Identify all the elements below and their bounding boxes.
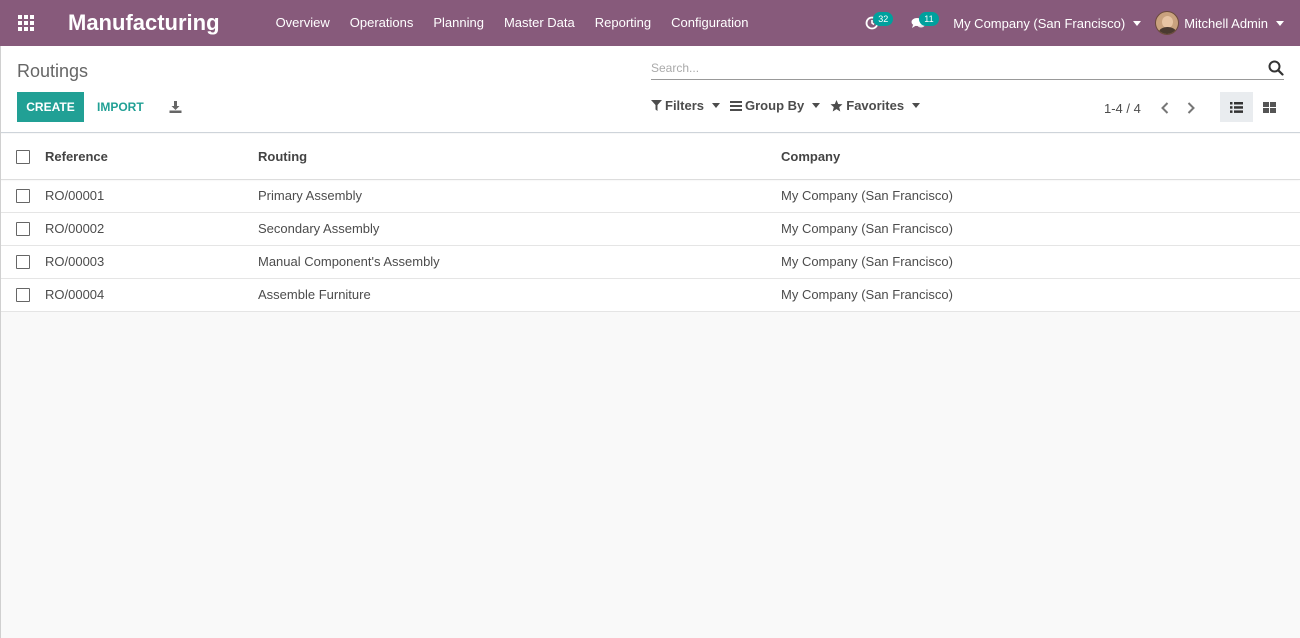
caret-down-icon bbox=[812, 103, 821, 108]
pager-next-button[interactable] bbox=[1181, 98, 1201, 118]
row-checkbox[interactable] bbox=[16, 288, 30, 303]
pager-value[interactable]: 1-4 / 4 bbox=[1104, 101, 1141, 116]
cell-company[interactable]: My Company (San Francisco) bbox=[781, 212, 1300, 245]
caret-down-icon bbox=[912, 103, 921, 108]
cell-routing[interactable]: Assemble Furniture bbox=[258, 278, 781, 311]
breadcrumb: Routings bbox=[17, 61, 89, 81]
messaging-menu[interactable]: 11 bbox=[905, 0, 939, 46]
cell-routing[interactable]: Secondary Assembly bbox=[258, 212, 781, 245]
company-switcher[interactable]: My Company (San Francisco) bbox=[941, 16, 1155, 31]
column-header-company[interactable]: Company bbox=[781, 134, 1300, 179]
systray: 32 11 My Company (San Francisco) Mitchel… bbox=[849, 0, 1300, 46]
filter-icon bbox=[651, 100, 662, 111]
menu-item-master-data[interactable]: Master Data bbox=[494, 0, 585, 46]
chevron-left-icon bbox=[1160, 102, 1169, 114]
star-icon bbox=[830, 99, 843, 111]
cell-company[interactable]: My Company (San Francisco) bbox=[781, 278, 1300, 311]
message-count-badge: 11 bbox=[919, 12, 939, 26]
pager: 1-4 / 4 bbox=[1104, 98, 1207, 118]
filters-button[interactable]: Filters bbox=[651, 98, 721, 113]
caret-down-icon bbox=[712, 103, 721, 108]
favorites-button[interactable]: Favorites bbox=[830, 98, 921, 113]
table-row[interactable]: RO/00001 Primary Assembly My Company (Sa… bbox=[0, 179, 1300, 212]
activity-count-badge: 32 bbox=[873, 12, 894, 26]
cell-reference[interactable]: RO/00003 bbox=[45, 245, 258, 278]
row-select-cell bbox=[0, 179, 45, 212]
cell-company[interactable]: My Company (San Francisco) bbox=[781, 245, 1300, 278]
caret-down-icon bbox=[1276, 20, 1284, 26]
table-row[interactable]: RO/00002 Secondary Assembly My Company (… bbox=[0, 212, 1300, 245]
main-menu: Overview Operations Planning Master Data… bbox=[266, 0, 759, 46]
table-row[interactable]: RO/00003 Manual Component's Assembly My … bbox=[0, 245, 1300, 278]
cell-reference[interactable]: RO/00001 bbox=[45, 179, 258, 212]
row-select-cell bbox=[0, 212, 45, 245]
row-select-cell bbox=[0, 245, 45, 278]
company-name: My Company (San Francisco) bbox=[953, 15, 1126, 31]
cell-routing[interactable]: Manual Component's Assembly bbox=[258, 245, 781, 278]
page-left-border bbox=[0, 46, 1, 638]
row-checkbox[interactable] bbox=[16, 222, 30, 237]
menu-item-reporting[interactable]: Reporting bbox=[585, 0, 661, 46]
cell-reference[interactable]: RO/00002 bbox=[45, 212, 258, 245]
caret-down-icon bbox=[1133, 20, 1142, 26]
groupby-button[interactable]: Group By bbox=[730, 98, 821, 113]
cell-reference[interactable]: RO/00004 bbox=[45, 278, 258, 311]
table-row[interactable]: RO/00004 Assemble Furniture My Company (… bbox=[0, 278, 1300, 311]
avatar bbox=[1155, 11, 1180, 35]
user-menu[interactable]: Mitchell Admin bbox=[1155, 11, 1300, 35]
create-button[interactable]: CREATE bbox=[17, 92, 84, 122]
menu-item-overview[interactable]: Overview bbox=[266, 0, 340, 46]
table-header-row: Reference Routing Company bbox=[0, 134, 1300, 179]
cell-company[interactable]: My Company (San Francisco) bbox=[781, 179, 1300, 212]
menu-item-operations[interactable]: Operations bbox=[340, 0, 424, 46]
main-navbar: Manufacturing Overview Operations Planni… bbox=[0, 0, 1300, 46]
download-button[interactable] bbox=[165, 97, 185, 117]
bars-icon bbox=[730, 100, 743, 111]
download-icon bbox=[169, 101, 181, 113]
select-all-checkbox[interactable] bbox=[16, 150, 30, 165]
pager-previous-button[interactable] bbox=[1155, 98, 1175, 118]
list-view: Reference Routing Company RO/00001 Prima… bbox=[0, 134, 1300, 312]
user-name: Mitchell Admin bbox=[1184, 15, 1268, 31]
select-all-cell bbox=[0, 134, 45, 179]
search-bar bbox=[651, 58, 1284, 80]
menu-item-planning[interactable]: Planning bbox=[423, 0, 494, 46]
list-view-button[interactable] bbox=[1220, 92, 1253, 122]
search-input[interactable] bbox=[651, 58, 1251, 78]
search-options: Filters Group By Favorites bbox=[651, 98, 930, 113]
chevron-right-icon bbox=[1187, 102, 1195, 114]
row-checkbox[interactable] bbox=[16, 255, 30, 270]
routings-table: Reference Routing Company RO/00001 Prima… bbox=[0, 134, 1300, 312]
list-view-icon bbox=[1230, 101, 1243, 113]
row-checkbox[interactable] bbox=[16, 189, 30, 204]
kanban-view-icon bbox=[1263, 101, 1276, 113]
import-button[interactable]: IMPORT bbox=[87, 92, 154, 122]
row-select-cell bbox=[0, 278, 45, 311]
column-header-routing[interactable]: Routing bbox=[258, 134, 781, 179]
column-header-reference[interactable]: Reference bbox=[45, 134, 258, 179]
apps-grid-icon[interactable] bbox=[0, 0, 52, 46]
cell-routing[interactable]: Primary Assembly bbox=[258, 179, 781, 212]
view-switcher bbox=[1220, 92, 1286, 122]
menu-item-configuration[interactable]: Configuration bbox=[661, 0, 758, 46]
activity-menu[interactable]: 32 bbox=[859, 0, 894, 46]
control-panel: Routings CREATE IMPORT Filters bbox=[0, 46, 1300, 133]
kanban-view-button[interactable] bbox=[1253, 92, 1286, 122]
app-title[interactable]: Manufacturing bbox=[68, 10, 220, 36]
search-icon[interactable] bbox=[1268, 60, 1284, 76]
